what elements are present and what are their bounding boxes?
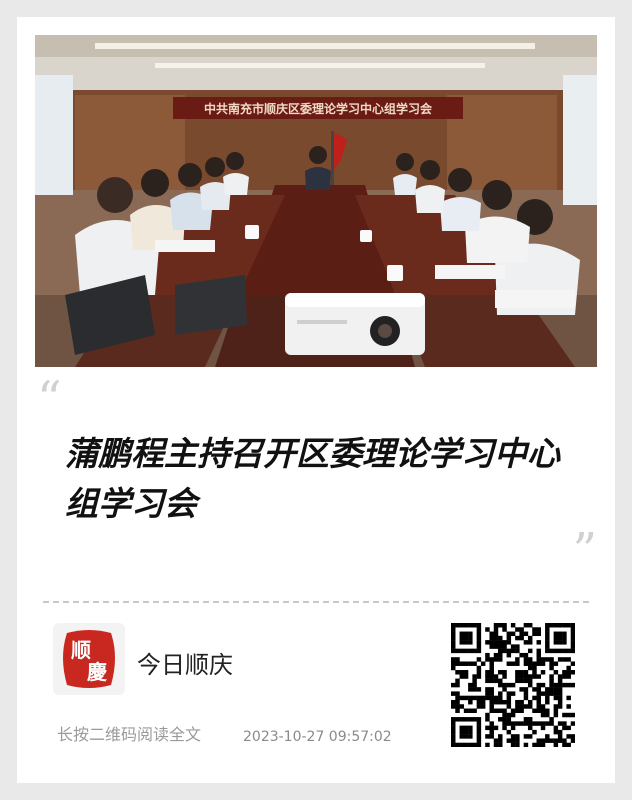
article-photo[interactable]: 中共南充市顺庆区委理论学习中心组学习会 [35, 35, 597, 367]
seal-icon: 顺 慶 [63, 630, 115, 688]
open-quote-icon: “ [37, 371, 62, 427]
qr-code-icon [451, 623, 576, 748]
publish-timestamp: 2023-10-27 09:57:02 [243, 729, 392, 745]
read-more-hint: 长按二维码阅读全文 [57, 725, 202, 744]
source-logo[interactable]: 顺 慶 [53, 623, 125, 695]
source-name[interactable]: 今日顺庆 [137, 645, 233, 680]
share-card: 中共南充市顺庆区委理论学习中心组学习会 “ 蒲鹏程主持召开区委理论学习中心组学习… [17, 17, 615, 783]
logo-text-bottom: 慶 [87, 660, 107, 684]
qr-code[interactable] [451, 623, 576, 748]
logo-text-top: 顺 [71, 638, 91, 662]
banner-text: 中共南充市顺庆区委理论学习中心组学习会 [204, 101, 433, 116]
article-headline[interactable]: 蒲鹏程主持召开区委理论学习中心组学习会 [65, 429, 585, 529]
meeting-room-image: 中共南充市顺庆区委理论学习中心组学习会 [35, 35, 597, 367]
close-quote-icon: ” [572, 523, 597, 579]
dashed-divider [43, 601, 589, 603]
